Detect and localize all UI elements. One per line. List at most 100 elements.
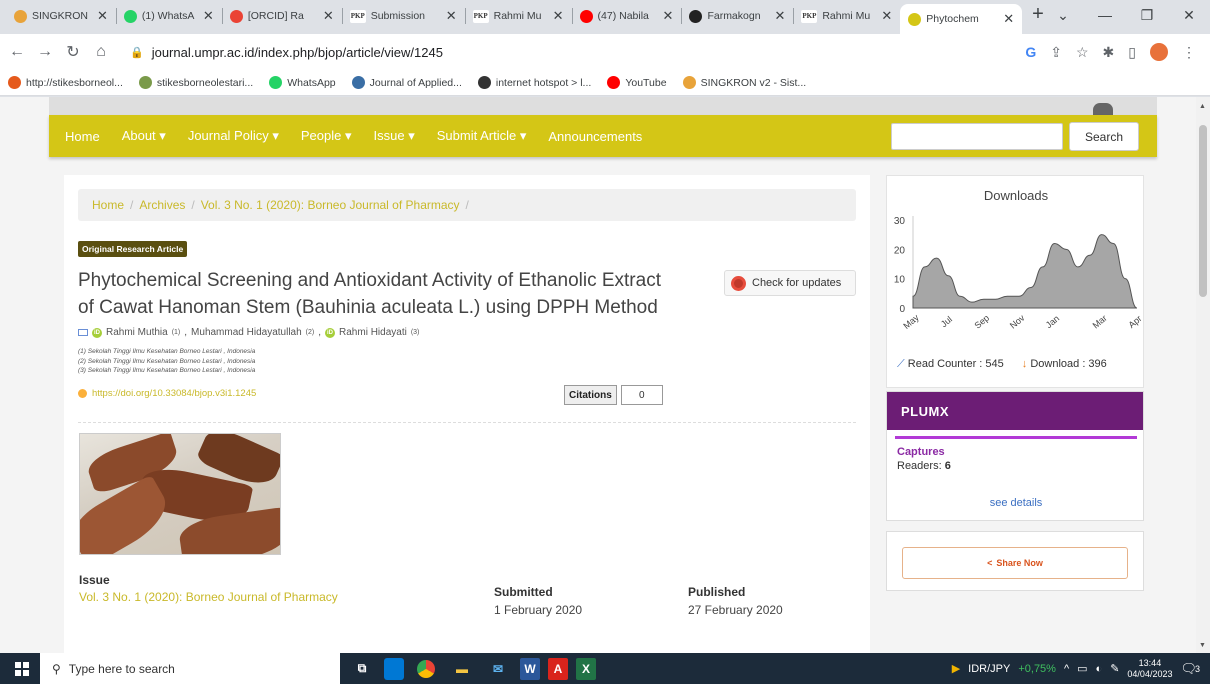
close-tab-icon[interactable]: ✕ — [553, 8, 564, 24]
email-icon[interactable] — [78, 329, 88, 336]
tab-label: [ORCID] Ra — [247, 10, 304, 22]
orcid-icon[interactable]: iD — [325, 327, 336, 338]
author-sep: , — [318, 327, 322, 338]
page-scrollbar[interactable]: ▲ ▼ — [1196, 97, 1210, 653]
mail-icon[interactable]: ✉ — [484, 658, 512, 680]
close-tab-icon[interactable]: ✕ — [881, 8, 892, 24]
scroll-thumb[interactable] — [1199, 125, 1207, 297]
chrome-icon[interactable] — [412, 658, 440, 680]
see-details-link[interactable]: see details — [887, 497, 1145, 509]
tray-chevron-icon[interactable]: ^ — [1064, 663, 1069, 675]
home-icon[interactable]: ⌂ — [90, 43, 112, 61]
affiliations: (1) Sekolah Tinggi Ilmu Kesehatan Borneo… — [78, 347, 255, 376]
bookmark-item[interactable]: http://stikesborneol... — [8, 76, 123, 89]
tab-5[interactable]: (47) Nabila ✕ — [571, 2, 682, 30]
citations-widget[interactable]: Citations 0 — [564, 385, 663, 405]
store-icon[interactable] — [384, 657, 404, 680]
close-tab-icon[interactable]: ✕ — [663, 8, 674, 24]
bookmark-item[interactable]: internet hotspot > l... — [477, 76, 592, 89]
share-now-button[interactable]: < Share Now — [902, 547, 1128, 579]
close-tab-icon[interactable]: ✕ — [203, 8, 214, 24]
scroll-down-icon[interactable]: ▼ — [1199, 642, 1206, 649]
close-tab-icon[interactable]: ✕ — [774, 8, 785, 24]
nav-item-1[interactable]: About ▾ — [122, 128, 166, 144]
taskbar-search-text: Type here to search — [68, 661, 175, 676]
tab-1[interactable]: (1) WhatsA ✕ — [115, 2, 222, 30]
tab-2[interactable]: [ORCID] Ra ✕ — [221, 2, 342, 30]
tab-label: Submission — [370, 10, 425, 22]
breadcrumb-item[interactable]: Archives — [139, 198, 185, 212]
pkp-icon: PKP — [349, 9, 366, 23]
readers-label: Readers: — [897, 460, 942, 472]
gmail-icon — [229, 9, 243, 23]
reload-icon[interactable]: ↻ — [62, 42, 84, 62]
bookmark-star-icon[interactable]: ☆ — [1076, 44, 1089, 61]
menu-icon[interactable]: ⋮ — [1182, 44, 1196, 61]
network-icon[interactable]: ▭ — [1077, 662, 1087, 675]
breadcrumb-item[interactable]: Vol. 3 No. 1 (2020): Borneo Journal of P… — [201, 198, 460, 212]
bookmark-item[interactable]: WhatsApp — [269, 76, 336, 89]
minimize-icon[interactable]: — — [1084, 0, 1126, 30]
bookmark-label: http://stikesborneol... — [26, 76, 123, 89]
start-button[interactable] — [6, 661, 38, 676]
bookmark-item[interactable]: YouTube — [607, 76, 667, 89]
extensions-icon[interactable]: ✱ — [1103, 44, 1115, 61]
file-explorer-icon[interactable]: ▬ — [448, 658, 476, 680]
bookmark-item[interactable]: Journal of Applied... — [351, 76, 462, 89]
close-tab-icon[interactable]: ✕ — [323, 8, 334, 24]
bookmark-label: internet hotspot > l... — [495, 76, 592, 89]
check-updates-button[interactable]: Check for updates — [724, 270, 856, 296]
search-button[interactable]: Search — [1069, 122, 1139, 151]
share-page-icon[interactable]: ⇪ — [1050, 44, 1062, 61]
close-window-icon[interactable]: ✕ — [1168, 0, 1210, 30]
clock[interactable]: 13:44 04/04/2023 — [1127, 658, 1172, 680]
nav-item-6[interactable]: Announcements — [548, 129, 642, 144]
profile-avatar[interactable] — [1150, 43, 1168, 61]
issue-link[interactable]: Vol. 3 No. 1 (2020): Borneo Journal of P… — [79, 590, 338, 604]
tab-3[interactable]: PKP Submission ✕ — [341, 2, 465, 30]
url-text: journal.umpr.ac.id/index.php/bjop/articl… — [151, 44, 443, 60]
author-name: Rahmi Hidayati — [339, 327, 407, 338]
scroll-up-icon[interactable]: ▲ — [1199, 103, 1206, 110]
bookmark-item[interactable]: stikesborneolestari... — [138, 76, 253, 89]
acrobat-icon[interactable]: A — [548, 657, 568, 680]
s-icon — [689, 9, 703, 23]
doi-text: https://doi.org/10.33084/bjop.v3i1.1245 — [92, 388, 257, 399]
tab-search-icon[interactable]: ⌄ — [1042, 0, 1084, 30]
nav-item-0[interactable]: Home — [65, 129, 100, 144]
nav-item-2[interactable]: Journal Policy ▾ — [188, 128, 279, 144]
nav-item-5[interactable]: Submit Article ▾ — [437, 128, 527, 144]
tab-8[interactable]: Phytochem ✕ — [900, 4, 1023, 34]
breadcrumb-item[interactable]: Home — [92, 198, 124, 212]
close-tab-icon[interactable]: ✕ — [1003, 11, 1014, 27]
google-icon[interactable]: G — [1025, 44, 1036, 60]
lock-icon[interactable]: 🔒 — [130, 46, 144, 59]
sidepanel-icon[interactable]: ▯ — [1128, 44, 1136, 61]
plumx-logo[interactable]: PLUMX — [887, 392, 1143, 430]
tab-0[interactable]: SINGKRON ✕ — [6, 2, 116, 30]
taskbar-search[interactable]: ⚲ Type here to search — [40, 653, 340, 684]
nav-item-4[interactable]: Issue ▾ — [374, 128, 415, 144]
back-icon[interactable]: ← — [6, 43, 28, 61]
close-tab-icon[interactable]: ✕ — [97, 8, 108, 24]
restore-icon[interactable]: ❐ — [1126, 0, 1168, 30]
orcid-icon[interactable]: iD — [92, 327, 102, 338]
tab-7[interactable]: PKP Rahmi Mu ✕ — [793, 2, 900, 30]
word-icon[interactable]: W — [520, 657, 540, 680]
bookmark-item[interactable]: SINGKRON v2 - Sist... — [682, 76, 806, 89]
address-bar[interactable]: 🔒 journal.umpr.ac.id/index.php/bjop/arti… — [124, 39, 984, 65]
pen-icon[interactable]: ✎ — [1110, 662, 1119, 675]
doi-link[interactable]: https://doi.org/10.33084/bjop.v3i1.1245 — [78, 388, 256, 399]
nav-item-3[interactable]: People ▾ — [301, 128, 352, 144]
breadcrumb-sep: / — [465, 198, 469, 212]
downloads-title: Downloads — [983, 188, 1049, 203]
task-view-icon[interactable]: ⧉ — [348, 658, 376, 680]
close-tab-icon[interactable]: ✕ — [446, 8, 457, 24]
tab-6[interactable]: Farmakogn ✕ — [681, 2, 793, 30]
excel-icon[interactable]: X — [576, 657, 596, 680]
tab-4[interactable]: PKP Rahmi Mu ✕ — [464, 2, 572, 30]
search-input[interactable] — [891, 123, 1063, 150]
ticker-pair[interactable]: IDR/JPY — [968, 663, 1010, 675]
forward-icon[interactable]: → — [34, 43, 56, 61]
volume-icon[interactable]: ◐ — [1096, 663, 1103, 675]
